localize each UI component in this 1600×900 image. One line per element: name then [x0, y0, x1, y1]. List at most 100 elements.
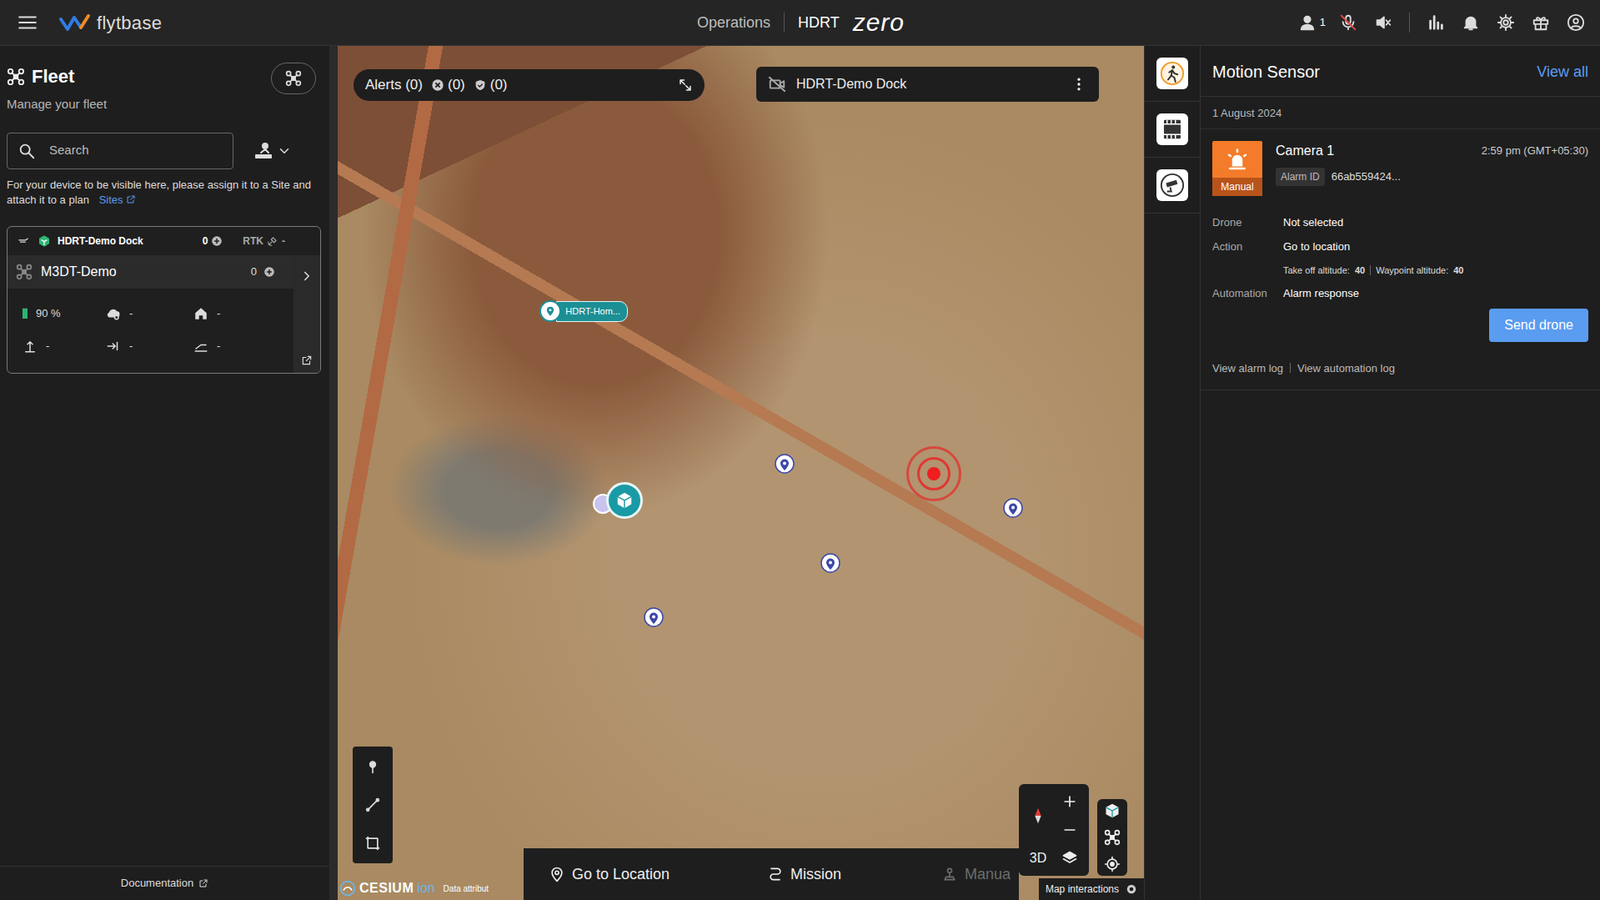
fleet-title: Fleet: [31, 62, 75, 91]
fleet-body: FleetManage your fleetFor your device to…: [0, 45, 330, 866]
focus-dock[interactable]: [1103, 802, 1121, 819]
site-name[interactable]: HDRT: [797, 11, 840, 35]
layers[interactable]: [1053, 843, 1086, 873]
external-link-icon: [300, 354, 313, 367]
dock-filter[interactable]: [253, 140, 292, 161]
zoom-in[interactable]: [1053, 787, 1086, 816]
send-drone-button[interactable]: Send drone: [1489, 308, 1589, 342]
bell-icon: [1461, 13, 1480, 32]
zoom-out[interactable]: [1053, 815, 1086, 844]
cesium-logo-icon: [339, 879, 357, 897]
documentation-link[interactable]: Documentation: [120, 874, 194, 892]
expand-device[interactable]: [293, 255, 321, 373]
waypoint-marker[interactable]: [1003, 497, 1024, 528]
stat-value: -: [216, 305, 221, 322]
stat-value: -: [45, 337, 50, 355]
pin-tool[interactable]: [357, 751, 388, 782]
drone-icon: [1103, 828, 1121, 846]
home-icon: [193, 305, 209, 322]
external-link-icon: [198, 877, 209, 888]
battery-stat: 90 %: [22, 305, 106, 322]
search-field[interactable]: [6, 132, 234, 170]
compass-icon: [1028, 802, 1048, 828]
online-users[interactable]: 1: [1298, 13, 1326, 32]
alarm-links: View alarm log View automation log: [1212, 360, 1589, 377]
battery-fill: [22, 308, 28, 319]
home-pin: [539, 300, 562, 322]
map-interactions[interactable]: Map interactions: [1038, 877, 1144, 900]
recenter[interactable]: [1103, 855, 1121, 873]
compass[interactable]: [1022, 787, 1054, 844]
home-marker[interactable]: HDRT-Hom...: [539, 300, 628, 322]
shield-count: (0): [473, 74, 508, 96]
waypoint-marker[interactable]: [643, 606, 664, 637]
altitude-stat: -: [22, 337, 106, 355]
device-card[interactable]: HDRT-Demo Dock0RTK-M3DT-Demo090 %-----: [6, 225, 322, 374]
alarm-details: DroneNot selectedActionGo to locationTak…: [1212, 214, 1589, 302]
line-tool[interactable]: [357, 789, 388, 820]
altitudes: Take off altitude:40Waypoint altitude:40: [1283, 263, 1589, 278]
alarm-marker[interactable]: [906, 446, 962, 502]
log-link[interactable]: View alarm log: [1212, 360, 1284, 377]
alerts-bar[interactable]: Alerts (0) (0) (0): [353, 69, 705, 101]
search-input[interactable]: [47, 140, 223, 161]
drone-stats: 90 %-----: [7, 288, 294, 373]
count-value: (0): [447, 74, 466, 96]
cesium-attribution: CESIUMionData attribut: [339, 877, 489, 898]
map-interactions-label: Map interactions: [1045, 881, 1119, 897]
minus-icon: [1061, 821, 1079, 838]
location-icon: [548, 865, 566, 883]
log-link[interactable]: View automation log: [1297, 360, 1395, 377]
flytbase-logo-icon: [58, 11, 94, 34]
film-icon: [1159, 116, 1185, 142]
operations-link[interactable]: Operations: [697, 11, 771, 35]
alarm-id: 66ab559424...: [1331, 168, 1401, 186]
divider: [1289, 362, 1291, 373]
drone-icon: [6, 67, 26, 86]
waypoint-marker[interactable]: [820, 552, 841, 583]
hamburger-icon: [16, 11, 39, 34]
expand-alerts-button[interactable]: [677, 77, 693, 93]
location-action[interactable]: Go to Location: [523, 847, 708, 900]
data-attribution[interactable]: Data attribut: [443, 882, 489, 895]
drone-icon: [15, 263, 33, 281]
action-label: Go to Location: [571, 862, 670, 886]
account-icon: [1566, 13, 1585, 32]
mission-action[interactable]: Mission: [707, 847, 893, 900]
alarm-dot: [927, 466, 941, 481]
detail-label: Automation: [1212, 285, 1284, 302]
sites-link[interactable]: Sites: [99, 193, 136, 206]
alarm-source[interactable]: [1144, 157, 1200, 214]
search-icon: [17, 141, 36, 161]
dock-name: HDRT-Demo Dock: [57, 233, 144, 249]
speed-stat: -: [105, 337, 194, 355]
drone-main: M3DT-Demo090 %-----: [7, 255, 294, 373]
top-center: OperationsHDRTzero: [697, 10, 905, 36]
logo[interactable]: flytbase: [58, 9, 162, 37]
dock-marker[interactable]: [606, 481, 643, 519]
altitude-icon: [22, 338, 38, 354]
alarm-source[interactable]: [1144, 101, 1200, 158]
weather-stat: -: [105, 305, 194, 322]
satellite-map[interactable]: HDRT-Hom...Alerts (0)(0)(0)HDRT-Demo Doc…: [337, 45, 1144, 900]
target-icon: [1103, 855, 1121, 873]
drone-count: 0: [250, 263, 276, 281]
sites-link-text: Sites: [99, 193, 124, 206]
view-mode[interactable]: 3D: [1022, 843, 1054, 873]
panel-title: Motion Sensor: [1212, 59, 1320, 85]
altitude-value: 40: [1453, 263, 1464, 278]
scrollbar[interactable]: [329, 45, 338, 900]
menu-button[interactable]: [16, 11, 39, 34]
alarm-source[interactable]: [1144, 45, 1200, 102]
view-all-link[interactable]: View all: [1536, 60, 1589, 84]
alerts-label: Alerts (0): [365, 74, 423, 96]
focus-drone[interactable]: [1103, 828, 1121, 846]
add-device-button[interactable]: [270, 62, 316, 95]
map-pin-icon: [820, 552, 841, 578]
camera-name: Camera 1: [1275, 140, 1335, 161]
polygon-tool[interactable]: [357, 827, 388, 858]
waypoint-marker[interactable]: [774, 453, 795, 484]
alarm-top: ManualCamera 12:59 pm (GMT+05:30)Alarm I…: [1212, 140, 1589, 196]
notice-text: For your device to be visible here, plea…: [6, 178, 311, 206]
dock-menu-button[interactable]: [1070, 75, 1088, 93]
